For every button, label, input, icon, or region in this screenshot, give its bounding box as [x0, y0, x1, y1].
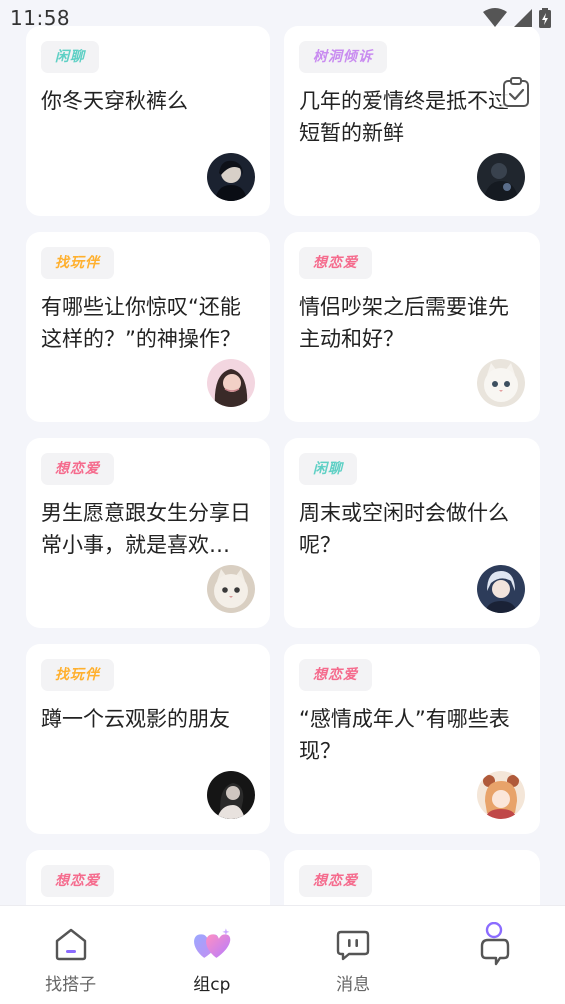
status-time: 11:58: [10, 6, 71, 30]
topic-tag: 闲聊: [41, 41, 99, 73]
topic-tag: 找玩伴: [41, 247, 114, 279]
topic-text: 情侣吵架之后需要谁先主动和好？: [299, 295, 509, 351]
tab-find-partner[interactable]: 找搭子: [0, 906, 141, 1004]
profile-icon: [474, 922, 514, 966]
topic-card[interactable]: 想恋爱: [284, 850, 540, 905]
topic-text: 你冬天穿秋裤么: [41, 89, 188, 113]
signal-icon: [514, 9, 532, 27]
clipboard-check-button[interactable]: [501, 76, 531, 108]
status-bar: 11:58: [0, 0, 565, 36]
topic-text: 蹲一个云观影的朋友: [41, 707, 230, 731]
topic-tag: 想恋爱: [299, 659, 372, 691]
topic-text: 有哪些让你惊叹“还能这样的？”的神操作？: [41, 295, 241, 351]
tab-label: 找搭子: [45, 975, 97, 995]
tab-label: 组cp: [193, 975, 231, 995]
battery-icon: [539, 8, 551, 28]
topic-text: “感情成年人”有哪些表现？: [299, 707, 510, 763]
wifi-icon: [483, 8, 507, 27]
tab-group-cp[interactable]: 组cp: [141, 906, 282, 1004]
topic-card[interactable]: 找玩伴蹲一个云观影的朋友: [26, 644, 270, 834]
topic-card[interactable]: 树洞倾诉几年的爱情终是抵不过短暂的新鲜: [284, 26, 540, 216]
home-icon: [51, 924, 91, 964]
avatar[interactable]: [477, 771, 525, 819]
topic-tag: 找玩伴: [41, 659, 114, 691]
status-icons: [483, 8, 551, 28]
avatar[interactable]: [207, 565, 255, 613]
bottom-tab-bar: 找搭子 组cp 消息: [0, 905, 565, 1004]
topic-card[interactable]: 闲聊 你冬天穿秋裤么: [26, 26, 270, 216]
topic-text: 周末或空闲时会做什么呢？: [299, 501, 509, 557]
hearts-icon: [192, 924, 232, 964]
tab-label: 消息: [336, 975, 371, 995]
topic-card[interactable]: 想恋爱情侣吵架之后需要谁先主动和好？: [284, 232, 540, 422]
avatar[interactable]: [477, 565, 525, 613]
topic-card[interactable]: 想恋爱 “感情成年人”有哪些表现？: [284, 644, 540, 834]
avatar[interactable]: [477, 359, 525, 407]
topic-card[interactable]: 想恋爱男生愿意跟女生分享日常小事，就是喜欢…: [26, 438, 270, 628]
avatar[interactable]: [207, 771, 255, 819]
tab-messages[interactable]: 消息: [283, 906, 424, 1004]
topic-text: 几年的爱情终是抵不过短暂的新鲜: [299, 89, 509, 145]
avatar[interactable]: [207, 153, 255, 201]
topic-tag: 想恋爱: [41, 453, 114, 485]
topic-tag: 想恋爱: [299, 247, 372, 279]
topic-text: 男生愿意跟女生分享日常小事，就是喜欢…: [41, 501, 251, 557]
topic-card[interactable]: 闲聊周末或空闲时会做什么呢？: [284, 438, 540, 628]
topic-tag: 树洞倾诉: [299, 41, 387, 73]
clipboard-check-icon: [503, 77, 529, 107]
topic-tag: 想恋爱: [299, 865, 372, 897]
tab-profile[interactable]: [424, 906, 565, 1004]
avatar[interactable]: [207, 359, 255, 407]
topic-tag: 闲聊: [299, 453, 357, 485]
avatar[interactable]: [477, 153, 525, 201]
topic-card[interactable]: 找玩伴有哪些让你惊叹“还能这样的？”的神操作？: [26, 232, 270, 422]
topic-tag: 想恋爱: [41, 865, 114, 897]
topic-card[interactable]: 想恋爱: [26, 850, 270, 905]
message-icon: [333, 924, 373, 964]
topic-feed[interactable]: 闲聊 你冬天穿秋裤么 树洞倾诉 几年的爱情终是抵不过短暂的新鲜 找玩伴 有哪些让你惊叹“还…: [0, 26, 565, 905]
